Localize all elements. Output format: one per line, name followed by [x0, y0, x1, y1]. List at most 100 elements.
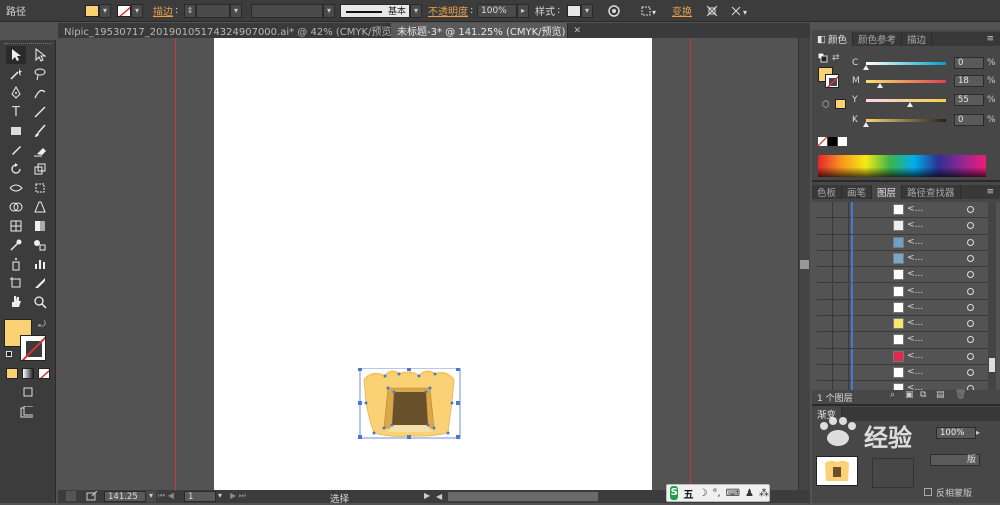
- chevron-down-icon[interactable]: ▾: [323, 3, 335, 18]
- curvature-tool-icon[interactable]: [30, 84, 50, 102]
- layer-name[interactable]: <...: [907, 286, 923, 296]
- chevron-down-icon[interactable]: ▾: [99, 3, 111, 18]
- stroke-label[interactable]: 描边: [153, 3, 173, 18]
- stepper-icon[interactable]: ⇕: [184, 3, 196, 18]
- target-circle-icon[interactable]: [967, 369, 974, 376]
- make-clipping-mask-icon[interactable]: ▣: [905, 390, 914, 400]
- magenta-track[interactable]: [866, 79, 946, 88]
- gamut-swatch[interactable]: [835, 99, 846, 109]
- artboard-tool-icon[interactable]: [6, 274, 26, 292]
- layer-name[interactable]: <...: [907, 351, 923, 361]
- chevron-down-icon[interactable]: ▾: [230, 3, 242, 18]
- visibility-toggle[interactable]: [817, 316, 833, 333]
- visibility-toggle[interactable]: [817, 348, 833, 365]
- layer-name[interactable]: <...: [907, 367, 923, 377]
- layer-name[interactable]: <...: [907, 237, 923, 247]
- tab-color[interactable]: ◧ 颜色: [812, 32, 853, 46]
- pen-tool-icon[interactable]: [6, 84, 26, 102]
- layer-row[interactable]: <...: [817, 316, 992, 333]
- free-transform-tool-icon[interactable]: [30, 179, 50, 197]
- target-circle-icon[interactable]: [967, 238, 974, 246]
- visibility-toggle[interactable]: [817, 299, 833, 316]
- chevron-down-icon[interactable]: ▾: [410, 3, 422, 18]
- default-colors-icon[interactable]: [817, 52, 828, 63]
- lock-toggle[interactable]: [833, 348, 849, 365]
- swap-colors-icon[interactable]: ⇄: [832, 53, 840, 63]
- cyan-slider[interactable]: C 0 %: [852, 57, 996, 70]
- keyboard-icon[interactable]: ⌨: [726, 488, 740, 499]
- chevron-right-icon[interactable]: ▸: [976, 427, 986, 439]
- layer-name[interactable]: <...: [907, 334, 923, 344]
- fill-color-control[interactable]: ▾: [85, 3, 111, 18]
- lock-toggle[interactable]: [833, 365, 849, 381]
- shape-builder-tool-icon[interactable]: [6, 198, 26, 216]
- rotate-tool-icon[interactable]: [6, 160, 26, 178]
- opacity-control[interactable]: 100% ▸: [477, 3, 529, 18]
- layers-list[interactable]: <... <... <... <... <... <... <... <... <... <...…: [812, 202, 1000, 398]
- panel-menu-icon[interactable]: ≡: [986, 34, 994, 44]
- chevron-right-icon[interactable]: ▸: [517, 3, 529, 18]
- perspective-grid-tool-icon[interactable]: [30, 198, 50, 216]
- lock-toggle[interactable]: [833, 218, 849, 235]
- opacity-field[interactable]: 100%: [477, 3, 517, 18]
- first-page-icon[interactable]: ⏮ ◀: [158, 491, 182, 502]
- lock-toggle[interactable]: [833, 250, 849, 267]
- screen-mode-icon[interactable]: [14, 406, 38, 420]
- none-mode-button[interactable]: [38, 368, 50, 379]
- layer-row[interactable]: <...: [817, 332, 992, 349]
- crown-artwork[interactable]: [358, 368, 464, 444]
- layer-name[interactable]: <...: [907, 302, 923, 312]
- opacity-label[interactable]: 不透明度: [428, 3, 468, 18]
- style-swatch[interactable]: [567, 4, 581, 17]
- eraser-tool-icon[interactable]: [30, 141, 50, 159]
- chevron-down-icon[interactable]: ▾: [581, 3, 593, 18]
- paintbrush-tool-icon[interactable]: [30, 122, 50, 140]
- transform-link[interactable]: 变换: [672, 3, 692, 18]
- lock-toggle[interactable]: [833, 316, 849, 333]
- target-circle-icon[interactable]: [967, 287, 974, 295]
- mask-preview-thumbnail[interactable]: [816, 456, 858, 486]
- panel-menu-icon[interactable]: ≡: [986, 187, 994, 197]
- layer-name[interactable]: <...: [907, 220, 923, 230]
- lock-toggle[interactable]: [833, 283, 849, 300]
- layer-row[interactable]: <...: [817, 283, 992, 300]
- arrange-icon[interactable]: ▾: [730, 3, 752, 18]
- blend-tool-icon[interactable]: [30, 236, 50, 254]
- stroke-weight-stepper[interactable]: ⇕ ▾: [184, 3, 242, 18]
- cyan-thumb[interactable]: [863, 64, 869, 70]
- target-circle-icon[interactable]: [967, 206, 974, 213]
- lock-toggle[interactable]: [833, 299, 849, 316]
- scroll-left-icon[interactable]: ◀: [436, 492, 446, 502]
- horizontal-scroll-track[interactable]: [448, 492, 598, 501]
- layer-row[interactable]: <...: [817, 299, 992, 317]
- layer-row[interactable]: <...: [817, 348, 992, 365]
- invert-mask-checkbox[interactable]: [924, 488, 932, 496]
- eyedropper-tool-icon[interactable]: [6, 236, 26, 254]
- ime-logo-icon[interactable]: S: [670, 486, 679, 500]
- mask-slot[interactable]: [872, 458, 914, 488]
- mesh-tool-icon[interactable]: [6, 217, 26, 235]
- layer-name[interactable]: <...: [907, 318, 923, 328]
- isolate-icon[interactable]: [705, 3, 719, 18]
- last-page-icon[interactable]: ▶ ⏭: [230, 491, 254, 502]
- chevron-down-icon[interactable]: ▾: [218, 491, 228, 502]
- chevron-right-icon[interactable]: ▶: [424, 491, 434, 502]
- lock-toggle[interactable]: [833, 267, 849, 284]
- chevron-down-icon[interactable]: ▾: [146, 491, 156, 502]
- recolor-icon[interactable]: [607, 3, 621, 18]
- black-swatch[interactable]: [828, 137, 837, 146]
- lock-toggle[interactable]: [833, 332, 849, 349]
- gradient-tool-icon[interactable]: [30, 217, 50, 235]
- width-tool-icon[interactable]: [6, 179, 26, 197]
- locate-object-icon[interactable]: ⌕: [890, 390, 895, 400]
- selection-tool-icon[interactable]: [6, 46, 26, 64]
- visibility-toggle[interactable]: [817, 267, 833, 284]
- rectangle-tool-icon[interactable]: [6, 122, 26, 140]
- moon-icon[interactable]: ☽: [698, 488, 707, 499]
- scale-tool-icon[interactable]: [30, 160, 50, 178]
- layer-name[interactable]: <...: [907, 253, 923, 263]
- scroll-thumb[interactable]: [800, 260, 809, 269]
- pencil-tool-icon[interactable]: [6, 141, 26, 159]
- tab-layers[interactable]: 图层: [872, 185, 903, 199]
- align-icon[interactable]: ▾: [640, 3, 658, 18]
